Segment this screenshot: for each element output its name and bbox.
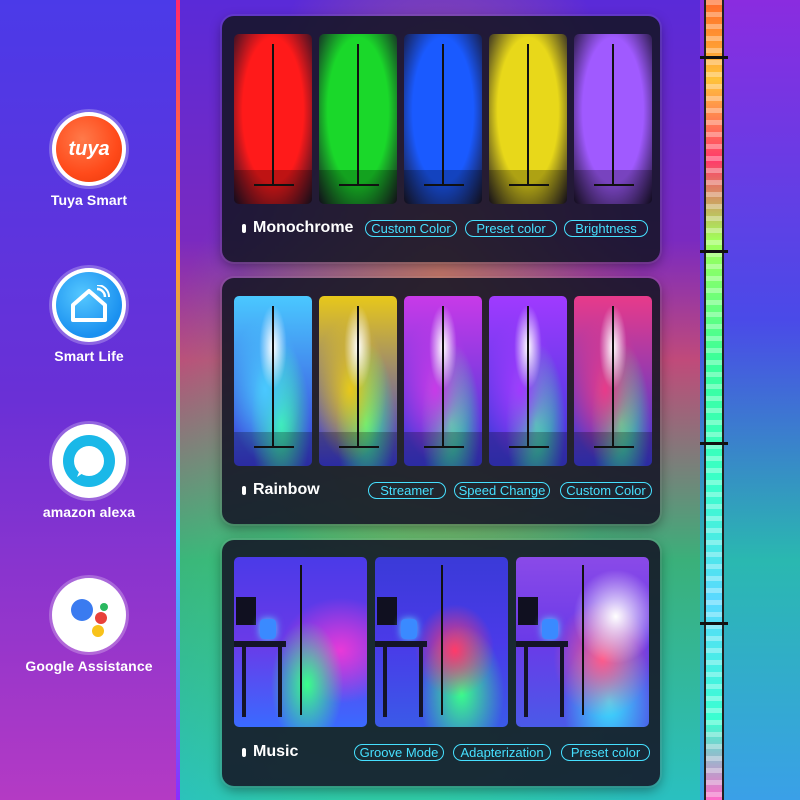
tag-preset-color-music: Preset color — [561, 744, 650, 761]
lamp-tile-red — [234, 34, 312, 204]
tuya-logo-icon: tuya — [52, 112, 126, 186]
mode-panel-rainbow: Rainbow Streamer Speed Change Custom Col… — [222, 278, 660, 524]
smart-life-home-icon — [52, 268, 126, 342]
alexa-ring-icon — [52, 424, 126, 498]
app-label-google: Google Assistance — [25, 658, 153, 674]
lamp-tile-rainbow-1 — [234, 296, 312, 466]
tag-streamer: Streamer — [368, 482, 446, 499]
app-label-tuya: Tuya Smart — [50, 192, 128, 208]
app-smart-life: Smart Life — [0, 268, 178, 364]
led-strip-image — [704, 0, 724, 800]
monochrome-tiles — [234, 34, 652, 204]
lamp-tile-purple — [574, 34, 652, 204]
mode-panel-monochrome: Monochrome Custom Color Preset color Bri… — [222, 16, 660, 262]
lamp-tile-rainbow-4 — [489, 296, 567, 466]
lamp-tile-yellow — [489, 34, 567, 204]
mode-panel-music: Music Groove Mode Adapterization Preset … — [222, 540, 660, 786]
tag-preset-color: Preset color — [465, 220, 557, 237]
app-google-assistance: Google Assistance — [0, 578, 178, 674]
tag-brightness: Brightness — [564, 220, 648, 237]
mode-label-rainbow: Rainbow — [242, 481, 320, 499]
tag-custom-color: Custom Color — [365, 220, 457, 237]
music-tiles — [234, 557, 649, 727]
google-assistant-dots-icon — [52, 578, 126, 652]
app-tuya-smart: tuya Tuya Smart — [0, 112, 178, 208]
app-label-alexa: amazon alexa — [42, 504, 136, 520]
tag-groove-mode: Groove Mode — [354, 744, 444, 761]
rainbow-tiles — [234, 296, 652, 466]
tag-speed-change: Speed Change — [454, 482, 550, 499]
room-scene-1 — [234, 557, 367, 727]
tag-adapterization: Adapterization — [453, 744, 551, 761]
app-amazon-alexa: amazon alexa — [0, 424, 178, 520]
strip-joint — [700, 622, 728, 625]
lamp-tile-rainbow-3 — [404, 296, 482, 466]
tag-custom-color-rainbow: Custom Color — [560, 482, 652, 499]
app-label-smart-life: Smart Life — [54, 348, 124, 364]
lamp-tile-blue — [404, 34, 482, 204]
strip-joint — [700, 442, 728, 445]
room-scene-2 — [375, 557, 508, 727]
mode-label-monochrome: Monochrome — [242, 219, 353, 237]
lamp-tile-rainbow-2 — [319, 296, 397, 466]
lamp-tile-rainbow-5 — [574, 296, 652, 466]
room-scene-3 — [516, 557, 649, 727]
lamp-tile-green — [319, 34, 397, 204]
strip-joint — [700, 250, 728, 253]
strip-joint — [700, 56, 728, 59]
mode-label-music: Music — [242, 743, 298, 761]
